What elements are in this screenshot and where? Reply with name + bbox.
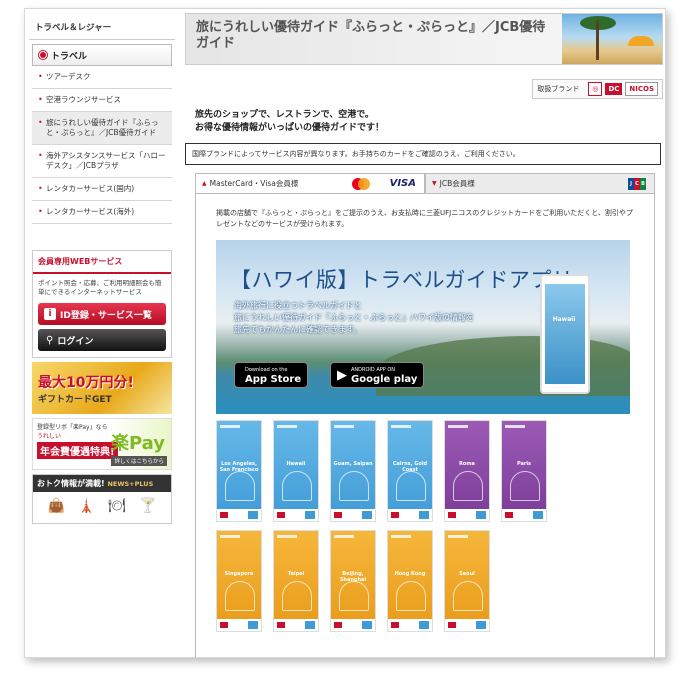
nicos-logo: NICOS (625, 82, 658, 96)
gift-banner-small: ギフトカードGET (38, 394, 112, 405)
guide-panel: 掲載の店舗で『ふらっと・ぷらっと』をご提示のうえ、お支払時に三菱UFJニコスのク… (195, 193, 655, 657)
brand-label: 取扱ブランド (537, 85, 580, 93)
sidebar-heading: トラベル＆レジャー (29, 13, 175, 40)
guide-cairns[interactable]: Cairns, Gold Coast (387, 420, 433, 522)
sidebar-item-airport-lounge[interactable]: 空港ラウンジサービス (32, 89, 172, 112)
login-button[interactable]: ⚲ ログイン (38, 329, 166, 351)
page-title: 旅にうれしい優待ガイド『ふらっと・ぷらっと』／JCB優待ガイド (196, 20, 546, 51)
guide-grid: Los Angeles, San Francisco Hawaii Guam, … (216, 420, 636, 640)
sidebar-item-hello-desk[interactable]: 海外アシスタンスサービス「ハローデスク」／JCBプラザ (32, 145, 172, 178)
triangle-icon: ▼ (432, 180, 437, 187)
jcb-logo-icon: JCB (628, 178, 646, 190)
dc-logo: DC (605, 83, 623, 95)
app-hero-banner[interactable]: 【ハワイ版】トラベルガイドアプリ 海外旅行に役立つトラベルガイドと 旅にうれしい… (216, 240, 630, 414)
tower-icon: 🗼 (77, 498, 96, 514)
page-frame: トラベル＆レジャー トラベル ツアーデスク 空港ラウンジサービス 旅にうれしい優… (24, 8, 666, 658)
phone-mockup: Hawaii (540, 274, 590, 394)
panel-description: 掲載の店舗で『ふらっと・ぷらっと』をご提示のうえ、お支払時に三菱UFJニコスのク… (216, 209, 633, 228)
members-desc: ポイント照会・応募、ご利用明細照会も簡単にできるインターネットサービス (38, 279, 162, 296)
brand-row: 取扱ブランド ◎ DC NICOS (532, 79, 663, 99)
news-plus-banner[interactable]: おトク情報が満載! NEWS+PLUS 👜 🗼 🍽 🍸 (32, 474, 172, 524)
play-icon: ▶ (337, 367, 347, 383)
rakupay-banner[interactable]: 登録型リボ「楽Pay」なら うれしい 年会費優遇特典! 楽Pay 詳しくはこちら… (32, 418, 172, 470)
guide-roma[interactable]: Roma (444, 420, 490, 522)
sidebar-item-tour-desk[interactable]: ツアーデスク (32, 66, 172, 89)
triangle-icon: ▲ (202, 180, 207, 187)
bullet-icon (39, 51, 47, 59)
ufj-logo-icon: ◎ (588, 82, 603, 96)
brand-notice: 国際ブランドによってサービス内容が異なります。お手持ちのカードをご確認のうえ、ご… (185, 143, 661, 165)
main-content: 旅にうれしい優待ガイド『ふらっと・ぷらっと』／JCB優待ガイド 取扱ブランド ◎… (185, 13, 663, 657)
sidebar: トラベル＆レジャー トラベル ツアーデスク 空港ラウンジサービス 旅にうれしい優… (29, 13, 175, 524)
guide-hawaii[interactable]: Hawaii (273, 420, 319, 522)
sidebar-list: ツアーデスク 空港ラウンジサービス 旅にうれしい優待ガイド『ふらっと・ぷらっと』… (32, 66, 172, 224)
brand-tabs: ▲ MasterCard・Visa会員様 VISA ▼ JCB会員様 JCB (195, 173, 655, 193)
news-banner-art: 👜 🗼 🍽 🍸 (33, 492, 171, 514)
sidebar-travel-label: トラベル (51, 51, 88, 62)
tab1-label: MasterCard・Visa会員様 (209, 179, 299, 188)
id-register-button[interactable]: i ID登録・サービス一覧 (38, 303, 166, 325)
lead-line1: 旅先のショップで、レストランで、空港で。 (195, 110, 374, 120)
hero-title: 【ハワイ版】トラベルガイドアプリ (230, 268, 574, 292)
guide-beijing[interactable]: Beijing, Shanghai (330, 530, 376, 632)
rakupay-more: 詳しくはこちらから (111, 456, 167, 466)
guide-taipei[interactable]: Taipei (273, 530, 319, 632)
rakupay-line3: 年会費優遇特典! (37, 442, 118, 459)
hero-subtitle: 海外旅行に役立つトラベルガイドと 旅にうれしい優待ガイド『ふらっと・ぷらっと』ハ… (234, 301, 474, 334)
umbrella-shape (628, 36, 654, 46)
google-play-button[interactable]: ▶ ANDROID APP ON Google play (330, 362, 425, 388)
id-icon: i (44, 308, 56, 320)
lead-text: 旅先のショップで、レストランで、空港で。 お得な優待情報がいっぱいの優待ガイドで… (195, 109, 384, 135)
news-banner-title: おトク情報が満載! NEWS+PLUS (33, 475, 171, 492)
rakupay-logo: 楽Pay (110, 433, 165, 454)
members-title: 会員専用WEBサービス (33, 251, 171, 274)
guide-guam[interactable]: Guam, Saipan (330, 420, 376, 522)
guide-paris[interactable]: Paris (501, 420, 547, 522)
sidebar-item-rental-overseas[interactable]: レンタカーサービス(海外) (32, 201, 172, 224)
bag-icon: 👜 (47, 498, 65, 514)
phone-label: Hawaii (552, 316, 576, 323)
app-store-button[interactable]: Download on the App Store (234, 362, 309, 388)
sidebar-item-rental-domestic[interactable]: レンタカーサービス(国内) (32, 178, 172, 201)
page-header: 旅にうれしい優待ガイド『ふらっと・ぷらっと』／JCB優待ガイド (185, 13, 663, 65)
members-box: 会員専用WEBサービス ポイント照会・応募、ご利用明細照会も簡単にできるインター… (32, 250, 172, 358)
palm-trunk-shape (596, 20, 599, 60)
header-photo (562, 14, 662, 64)
id-register-label: ID登録・サービス一覧 (60, 310, 152, 321)
cocktail-icon: 🍸 (139, 498, 157, 514)
gift-card-banner[interactable]: 最大10万円分! ギフトカードGET (32, 362, 172, 414)
mastercard-logo-icon (352, 178, 370, 190)
tab2-label: JCB会員様 (439, 179, 475, 188)
dining-icon: 🍽 (108, 498, 127, 514)
guide-singapore[interactable]: Singapore (216, 530, 262, 632)
guide-hong-kong[interactable]: Hong Kong (387, 530, 433, 632)
login-label: ログイン (57, 336, 94, 347)
guide-los-angeles[interactable]: Los Angeles, San Francisco (216, 420, 262, 522)
sidebar-item-travel-guide[interactable]: 旅にうれしい優待ガイド『ふらっと・ぷらっと』／JCB優待ガイド (32, 112, 172, 145)
tab-mastercard-visa[interactable]: ▲ MasterCard・Visa会員様 VISA (195, 173, 425, 193)
key-icon: ⚲ (46, 334, 54, 346)
tab-jcb[interactable]: ▼ JCB会員様 JCB (425, 173, 655, 193)
guide-row-1: Los Angeles, San Francisco Hawaii Guam, … (216, 420, 636, 522)
gift-banner-big: 最大10万円分! (38, 374, 134, 391)
sidebar-item-travel[interactable]: トラベル (32, 44, 172, 66)
guide-row-2: Singapore Taipei Beijing, Shanghai Hong … (216, 530, 636, 632)
visa-logo: VISA (389, 178, 416, 189)
guide-seoul[interactable]: Seoul (444, 530, 490, 632)
lead-line2: お得な優待情報がいっぱいの優待ガイドです！ (195, 123, 385, 133)
